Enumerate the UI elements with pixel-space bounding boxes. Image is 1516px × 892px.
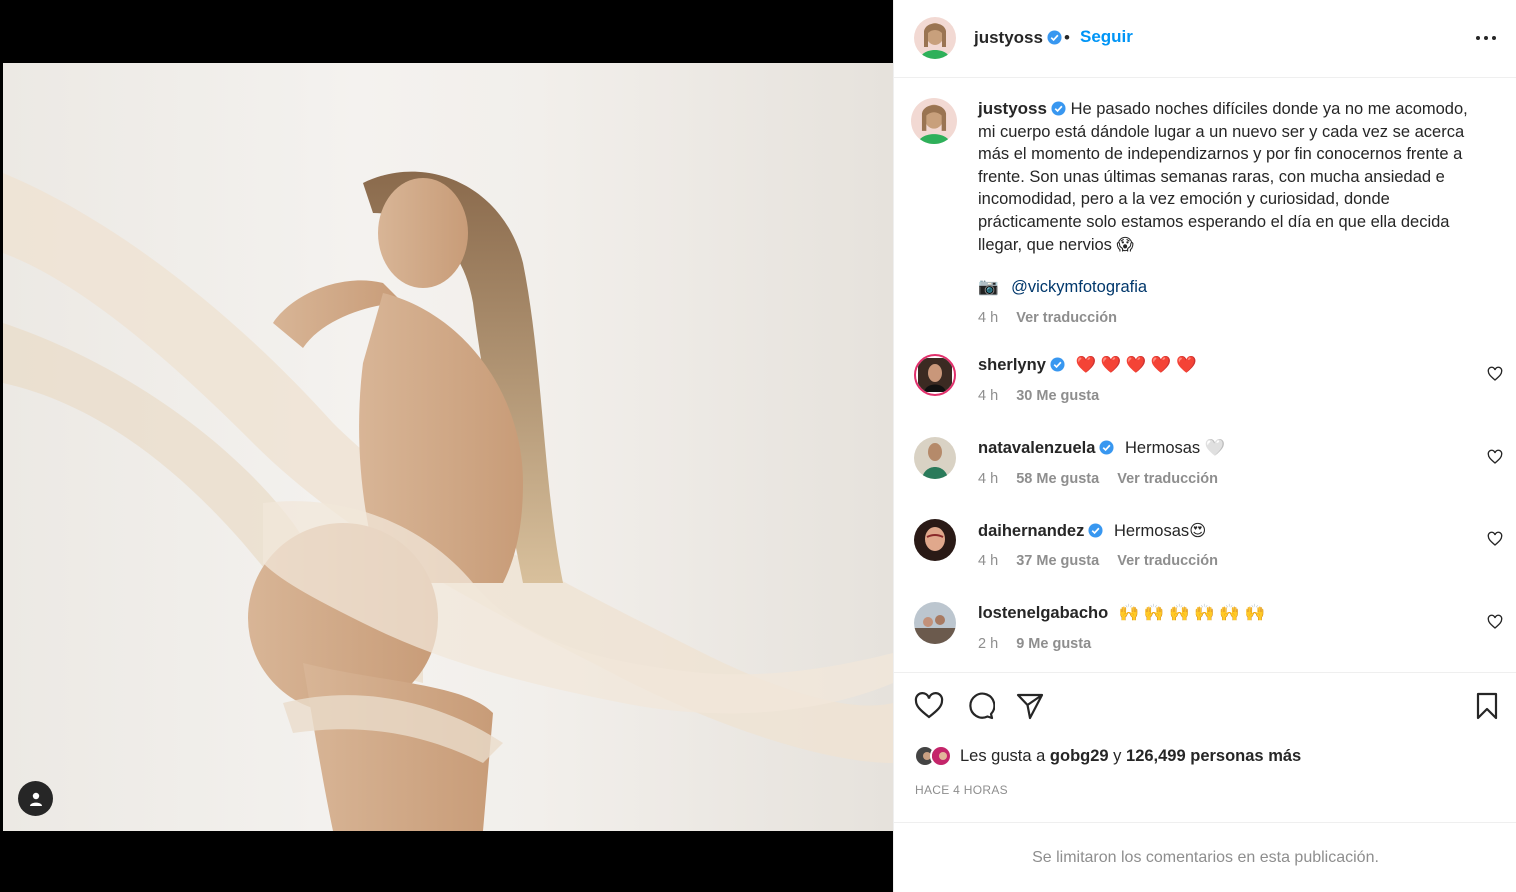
comment-line: lostenelgabacho 🙌 🙌 🙌 🙌 🙌 🙌	[978, 604, 1265, 623]
commenter-avatar[interactable]	[914, 437, 956, 479]
caption-body: He pasado noches difíciles donde ya no m…	[978, 100, 1468, 254]
caption-username[interactable]: justyoss	[978, 99, 1066, 118]
comment-time[interactable]: 4 h	[978, 553, 998, 569]
comment-likes[interactable]: 9 Me gusta	[1016, 636, 1091, 652]
tagged-user-button[interactable]	[18, 781, 53, 816]
commenter-avatar[interactable]	[914, 602, 956, 644]
comment-item: sherlyny ❤️ ❤️ ❤️ ❤️ ❤️ 4 h 30 Me gusta	[894, 354, 1516, 424]
credit-mention-link[interactable]: @vickymfotografia	[1011, 278, 1147, 296]
like-comment-heart-icon[interactable]	[1487, 366, 1503, 382]
verified-icon	[1088, 523, 1103, 538]
like-comment-heart-icon[interactable]	[1487, 614, 1503, 630]
commenter-avatar[interactable]	[914, 354, 956, 396]
comment-likes[interactable]: 58 Me gusta	[1016, 471, 1099, 487]
share-send-icon[interactable]	[1015, 691, 1045, 721]
post-timestamp[interactable]: HACE 4 HORAS	[915, 783, 1008, 797]
verified-icon	[1050, 357, 1065, 372]
comment-line: natavalenzuela Hermosas 🤍	[978, 439, 1225, 458]
verified-icon	[1047, 30, 1062, 45]
comment-text: Hermosas😍	[1113, 522, 1207, 540]
comment-time[interactable]: 4 h	[978, 471, 998, 487]
caption-meta: 4 h Ver traducción	[978, 310, 1131, 326]
comment-meta: 2 h 9 Me gusta	[978, 636, 1105, 652]
separator-dot: •	[1064, 28, 1070, 47]
verified-icon	[1099, 440, 1114, 455]
like-heart-icon[interactable]	[914, 691, 944, 721]
comments-section: justyoss He pasado noches difíciles dond…	[894, 78, 1516, 672]
comment-meta: 4 h 58 Me gusta Ver traducción	[978, 471, 1232, 487]
author-username[interactable]: justyoss	[974, 28, 1062, 48]
comment-time[interactable]: 4 h	[978, 388, 998, 404]
more-options-icon[interactable]	[1473, 30, 1499, 46]
post-actions: Les gusta a gobg29 y 126,499 personas má…	[894, 672, 1516, 822]
like-comment-heart-icon[interactable]	[1487, 531, 1503, 547]
caption-time[interactable]: 4 h	[978, 310, 998, 326]
likes-count-link[interactable]: 126,499 personas más	[1126, 747, 1301, 765]
liker-username-link[interactable]: gobg29	[1050, 747, 1109, 765]
commenter-username[interactable]: lostenelgabacho	[978, 604, 1108, 622]
commenter-username[interactable]: daihernandez	[978, 522, 1103, 540]
comment-line: sherlyny ❤️ ❤️ ❤️ ❤️ ❤️	[978, 356, 1197, 375]
commenter-username[interactable]: natavalenzuela	[978, 439, 1114, 457]
comment-translate-link[interactable]: Ver traducción	[1117, 471, 1218, 487]
commenter-username[interactable]: sherlyny	[978, 356, 1065, 374]
save-bookmark-icon[interactable]	[1472, 691, 1502, 721]
follow-button[interactable]: Seguir	[1080, 27, 1133, 47]
comment-text: ❤️ ❤️ ❤️ ❤️ ❤️	[1075, 356, 1197, 374]
comment-line: daihernandez Hermosas😍	[978, 521, 1206, 541]
commenter-avatar[interactable]	[914, 519, 956, 561]
caption-author-avatar[interactable]	[911, 98, 957, 144]
likes-prefix: Les gusta a	[960, 746, 1046, 765]
comment-likes[interactable]: 37 Me gusta	[1016, 553, 1099, 569]
likes-summary: Les gusta a gobg29 y 126,499 personas má…	[914, 745, 1301, 767]
comment-item: lostenelgabacho 🙌 🙌 🙌 🙌 🙌 🙌 2 h 9 Me gus…	[894, 602, 1516, 672]
comment-item: daihernandez Hermosas😍 4 h 37 Me gusta V…	[894, 519, 1516, 589]
media-pane	[0, 0, 893, 892]
comment-time[interactable]: 2 h	[978, 636, 998, 652]
comment-text: Hermosas 🤍	[1124, 439, 1226, 457]
post-caption: justyoss He pasado noches difíciles dond…	[978, 98, 1483, 256]
like-comment-heart-icon[interactable]	[1487, 449, 1503, 465]
likes-conjunction: y	[1113, 746, 1122, 765]
post-photo[interactable]	[3, 63, 893, 831]
photo-illustration	[3, 171, 893, 831]
comments-limited-notice: Se limitaron los comentarios en esta pub…	[894, 822, 1516, 892]
user-icon	[29, 792, 42, 806]
camera-icon: 📷	[978, 278, 999, 296]
comment-item: natavalenzuela Hermosas 🤍 4 h 58 Me gust…	[894, 437, 1516, 507]
comment-bubble-icon[interactable]	[965, 691, 995, 721]
post-header: justyoss • Seguir	[894, 0, 1516, 78]
post-details-pane: justyoss • Seguir justyoss He pasado noc…	[893, 0, 1516, 892]
comment-meta: 4 h 37 Me gusta Ver traducción	[978, 553, 1232, 569]
comment-meta: 4 h 30 Me gusta	[978, 388, 1113, 404]
comment-text: 🙌 🙌 🙌 🙌 🙌 🙌	[1118, 604, 1265, 622]
liker-avatar	[930, 745, 952, 767]
likes-text: Les gusta a gobg29 y 126,499 personas má…	[960, 747, 1301, 766]
author-avatar[interactable]	[914, 17, 956, 59]
comment-likes[interactable]: 30 Me gusta	[1016, 388, 1099, 404]
caption-translate-link[interactable]: Ver traducción	[1016, 310, 1117, 326]
photo-credit: 📷 @vickymfotografia	[978, 278, 1147, 297]
comment-translate-link[interactable]: Ver traducción	[1117, 553, 1218, 569]
verified-icon	[1051, 101, 1066, 116]
